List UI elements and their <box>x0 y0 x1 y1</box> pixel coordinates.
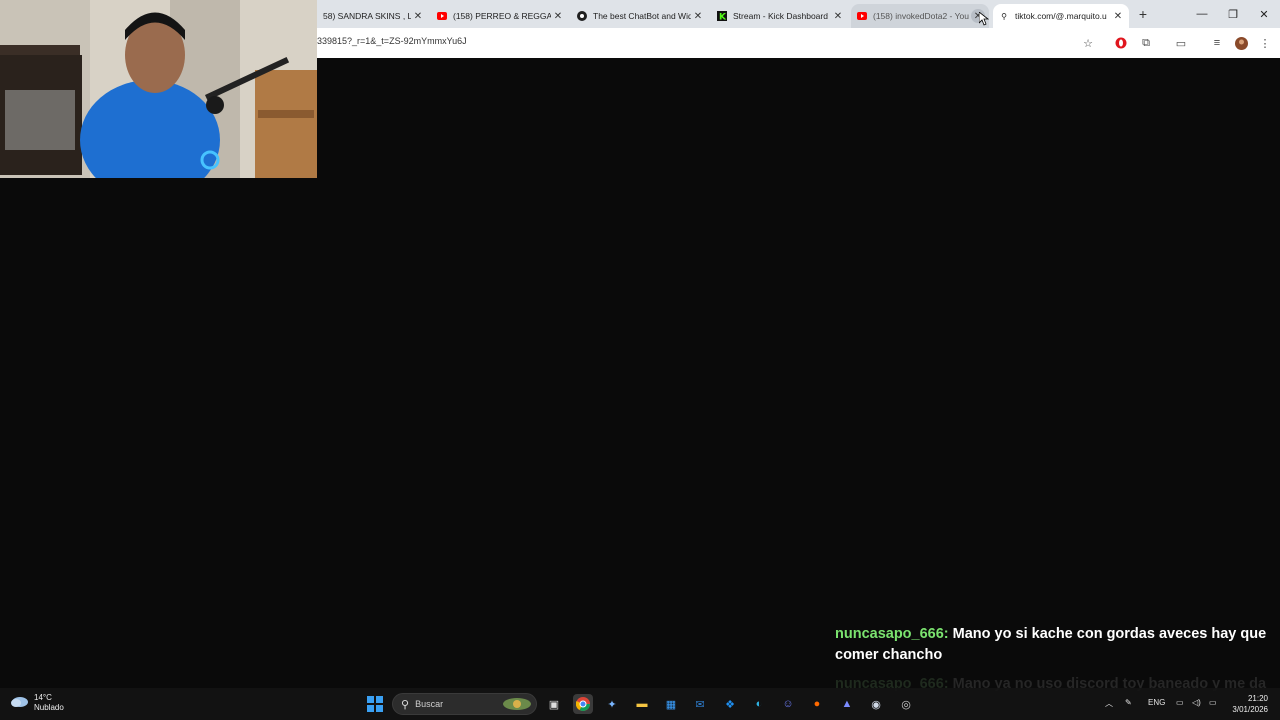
copilot-icon[interactable]: ✦ <box>602 694 622 714</box>
cloud-icon <box>10 694 28 712</box>
app-icon[interactable]: ▲ <box>837 694 857 714</box>
system-clock[interactable]: 21:20 3/01/2026 <box>1226 693 1268 715</box>
edge-icon[interactable]: ◐ <box>749 694 769 714</box>
search-icon: ⚲ <box>401 698 410 711</box>
chat-message: nuncasapo_666: Mano yo si kache con gord… <box>835 624 1275 666</box>
tab-sandra-skins[interactable]: 58) SANDRA SKINS , LA ✕ <box>317 4 429 28</box>
opera-icon[interactable] <box>1113 35 1129 51</box>
browser-tab-bar: 58) SANDRA SKINS , LA ✕ (158) PERREO & R… <box>317 0 1280 28</box>
windows-taskbar: 14°C Nublado ⚲ Buscar ▣ ✦ ▬ ▦ ✉ ❖ ◐ ☺ ● … <box>0 688 1280 720</box>
obs-icon[interactable]: ◎ <box>896 694 916 714</box>
tab-title: tiktok.com/@.marquito.u <box>1015 11 1107 21</box>
tab-title: Stream - Kick Dashboard <box>733 11 828 21</box>
tab-title: (158) invokedDota2 - You <box>873 11 969 21</box>
display-icon[interactable]: ▭ <box>1176 698 1184 707</box>
close-icon[interactable]: ✕ <box>411 9 425 23</box>
tab-title: (158) PERREO & REGGAET <box>453 11 551 21</box>
close-icon[interactable]: ✕ <box>691 9 705 23</box>
network-pen-icon[interactable]: ✎ <box>1125 698 1132 707</box>
webcam-image <box>0 0 317 178</box>
browser-toolbar: 339815?_r=1&_t=ZS-92mYmmxYu6J ☆ ⧉ ▭ ≡ ⋮ <box>317 28 1280 58</box>
window-close-button[interactable]: ✕ <box>1249 4 1279 24</box>
tab-tiktok[interactable]: ⚲ tiktok.com/@.marquito.u ✕ <box>993 4 1129 28</box>
svg-text:K: K <box>719 13 727 22</box>
search-highlight-icon <box>502 697 532 716</box>
folder-icon[interactable]: ▬ <box>632 694 652 714</box>
star-icon[interactable]: ☆ <box>1080 35 1096 51</box>
screen: 58) SANDRA SKINS , LA ✕ (158) PERREO & R… <box>0 0 1280 720</box>
weather-condition: Nublado <box>34 703 64 712</box>
media-icon[interactable]: ≡ <box>1209 35 1225 51</box>
new-tab-button[interactable]: + <box>1135 6 1151 22</box>
chat-username: nuncasapo_666: <box>835 626 949 642</box>
minimize-button[interactable]: — <box>1187 4 1217 24</box>
tab-title: The best ChatBot and Wid <box>593 11 691 21</box>
profile-icon[interactable] <box>1233 35 1249 51</box>
cursor-icon <box>979 12 989 26</box>
tray-chevron-icon[interactable]: ︿ <box>1105 698 1113 709</box>
steam-icon[interactable]: ◉ <box>866 694 886 714</box>
link-icon: ⚲ <box>1001 11 1007 21</box>
weather-widget[interactable]: 14°C Nublado <box>10 693 64 713</box>
close-icon[interactable]: ✕ <box>831 9 845 23</box>
tab-kick-dashboard[interactable]: K Stream - Kick Dashboard ✕ <box>711 4 849 28</box>
volume-icon[interactable]: ◁) <box>1192 698 1201 707</box>
menu-icon[interactable]: ⋮ <box>1257 35 1273 51</box>
youtube-icon <box>437 11 447 21</box>
tab-title: 58) SANDRA SKINS , LA <box>323 11 411 21</box>
clock-date: 3/01/2026 <box>1232 705 1268 714</box>
webcam-overlay <box>0 0 317 178</box>
tab-perreo-reggaeton[interactable]: (158) PERREO & REGGAET ✕ <box>431 4 569 28</box>
tab-invokeddota2[interactable]: (158) invokedDota2 - You ✕ <box>851 4 989 28</box>
weather-temp: 14°C <box>34 693 52 702</box>
youtube-icon <box>857 11 867 21</box>
github-icon <box>577 11 587 21</box>
mail-icon[interactable]: ✉ <box>690 694 710 714</box>
task-view-icon[interactable]: ▣ <box>544 694 564 714</box>
close-icon[interactable]: ✕ <box>551 9 565 23</box>
battery-icon[interactable]: ▭ <box>1209 698 1217 707</box>
kick-icon: K <box>717 11 727 21</box>
firefox-icon[interactable]: ● <box>807 694 827 714</box>
chrome-icon[interactable] <box>573 694 593 714</box>
restore-button[interactable]: ❐ <box>1218 4 1248 24</box>
cast-icon[interactable]: ▭ <box>1173 35 1189 51</box>
store-icon[interactable]: ▦ <box>661 694 681 714</box>
taskbar-search[interactable]: ⚲ Buscar <box>392 693 537 715</box>
dropbox-icon[interactable]: ❖ <box>720 694 740 714</box>
clock-time: 21:20 <box>1247 694 1268 703</box>
close-icon[interactable]: ✕ <box>1111 9 1125 23</box>
search-label: Buscar <box>415 699 444 709</box>
extensions-icon[interactable]: ⧉ <box>1138 35 1154 51</box>
discord-icon[interactable]: ☺ <box>778 694 798 714</box>
start-icon[interactable] <box>365 694 385 714</box>
language-indicator[interactable]: ENG <box>1148 698 1165 707</box>
tab-chatbot[interactable]: The best ChatBot and Wid ✕ <box>571 4 709 28</box>
address-bar[interactable]: 339815?_r=1&_t=ZS-92mYmmxYu6J <box>317 36 467 46</box>
